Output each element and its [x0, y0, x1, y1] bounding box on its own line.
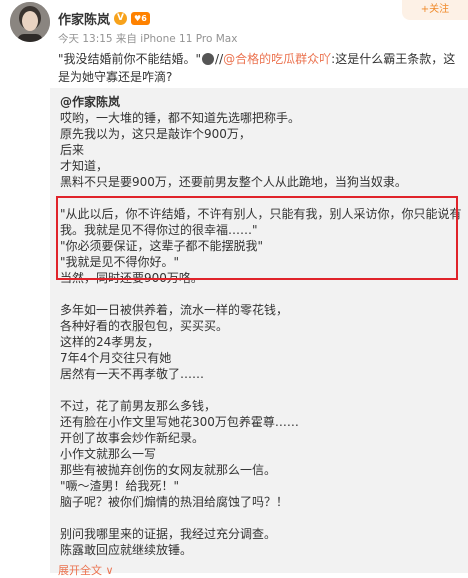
repost-line: 后来 — [60, 143, 85, 157]
repost-line: 陈露敢回应就继续放锤。 — [60, 543, 193, 557]
repost-line: 原先我以为，这只是敲诈个900万， — [60, 127, 251, 141]
repost-line: "从此以后，你不许结婚，不许有别人，只能有我，别人采访你，你只能说有 — [60, 207, 462, 221]
mention-link[interactable]: @合格的吃瓜群众吖 — [223, 52, 331, 66]
repost-line — [60, 382, 464, 398]
repost-line: 那些有被抛弃创伤的女网友就那么一信。 — [60, 463, 277, 477]
repost-line: 各种好看的衣服包包，买买买。 — [60, 319, 229, 333]
expand-full-text-link[interactable]: 展开全文 ∨ — [58, 562, 114, 578]
reposted-content: @作家陈岚 哎哟，一大堆的锤，都不知道先选哪把称手。 原先我以为，这只是敲诈个9… — [50, 88, 468, 573]
post-header: 作家陈岚 V ♥6 今天 13:15 来自 iPhone 11 Pro Max … — [0, 0, 468, 45]
repost-line: 不过，花了前男友那么多钱， — [60, 399, 217, 413]
repost-line: 还有脸在小作文里写她花300万包养霍尊…… — [60, 415, 299, 429]
repost-line: 多年如一日被供养着，流水一样的零花钱， — [60, 303, 289, 317]
post-meta: 今天 13:15 来自 iPhone 11 Pro Max — [58, 33, 238, 45]
repost-line: 别问我哪里来的证据，我经过充分调查。 — [60, 527, 277, 541]
post-separator: // — [215, 52, 224, 66]
post-quote: "我没结婚前你不能结婚。" — [58, 52, 202, 66]
repost-line — [60, 190, 464, 206]
repost-line: 黑料不只是要900万，还要前男友整个人从此跪地，当狗当奴隶。 — [60, 175, 407, 189]
repost-line: 我。我就是见不得你过的很幸福……" — [60, 223, 258, 237]
repost-line: 这样的24孝男友， — [60, 335, 160, 349]
repost-line — [60, 510, 464, 526]
verified-icon: V — [114, 12, 128, 25]
repost-line: 当然，同时还要900万咯。 — [60, 271, 203, 285]
repost-line: 脑子呢？被你们煽情的热泪给腐蚀了吗？！ — [60, 495, 289, 509]
author-name[interactable]: 作家陈岚 — [58, 9, 110, 28]
repost-line: 小作文就那么一写 — [60, 447, 157, 461]
repost-line: "我就是见不得你好。" — [60, 255, 180, 269]
author-avatar[interactable] — [10, 2, 50, 42]
repost-line: "噘～渣男！给我死！" — [60, 479, 180, 493]
repost-line: 居然有一天不再孝敬了…… — [60, 367, 205, 381]
repost-author-link[interactable]: @作家陈岚 — [60, 94, 464, 110]
repost-text: @作家陈岚 哎哟，一大堆的锤，都不知道先选哪把称手。 原先我以为，这只是敲诈个9… — [60, 94, 464, 558]
repost-line — [60, 286, 464, 302]
author-line: 作家陈岚 V ♥6 — [58, 9, 150, 28]
repost-line: 7年4个月交往只有她 — [60, 351, 172, 365]
repost-line: "你必须要保证，这辈子都不能摆脱我" — [60, 239, 264, 253]
repost-line: 才知道， — [60, 159, 109, 173]
emoji-face-icon — [202, 53, 215, 65]
level-number: 6 — [141, 14, 147, 23]
post-text: "我没结婚前你不能结婚。"//@合格的吃瓜群众吖:这是什么霸王条款，这是为她守寡… — [58, 50, 460, 86]
level-badge: ♥6 — [131, 12, 150, 25]
repost-line: 开创了故事会炒作新纪录。 — [60, 431, 205, 445]
follow-button[interactable]: +关注 — [402, 0, 468, 20]
repost-line: 哎哟，一大堆的锤，都不知道先选哪把称手。 — [60, 111, 301, 125]
